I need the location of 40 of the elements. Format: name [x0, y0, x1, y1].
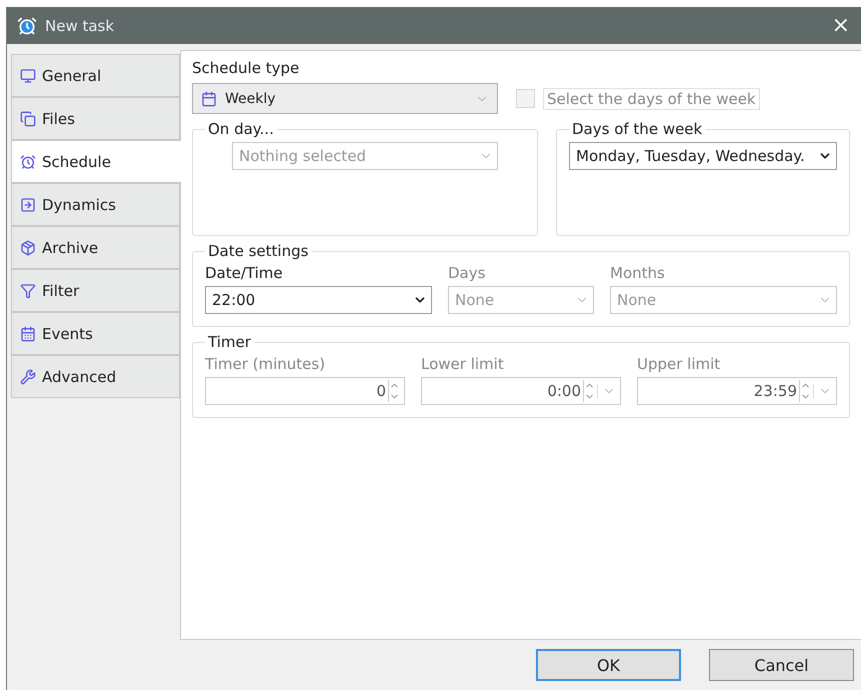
wrench-icon	[20, 368, 36, 384]
field-label: Months	[610, 264, 666, 282]
group-title: On day...	[207, 120, 275, 138]
sidebar-tab[interactable]: General	[11, 54, 180, 97]
window-title: New task	[45, 16, 116, 34]
sidebar-tab[interactable]: Schedule	[11, 140, 181, 183]
spinner-icon	[388, 380, 400, 402]
checkbox-label: Select the days of the week	[543, 88, 760, 110]
filter-icon	[20, 282, 36, 298]
sidebar-tab[interactable]: Dynamics	[11, 183, 180, 226]
spinner-icon	[583, 380, 595, 402]
document-icon	[20, 110, 36, 126]
field-label: Timer (minutes)	[205, 355, 326, 373]
arrow-box-icon	[20, 196, 36, 212]
sidebar-tab[interactable]: Events	[11, 312, 180, 355]
dropdown-field[interactable]: 22:00	[205, 286, 432, 314]
app-icon	[17, 16, 37, 36]
days-of-week-dropdown[interactable]: Monday, Tuesday, Wednesday.	[569, 142, 837, 170]
calendar-icon	[201, 90, 217, 106]
field-label: Date/Time	[205, 264, 284, 282]
cancel-button[interactable]: Cancel	[709, 649, 854, 681]
alarm-clock-icon	[20, 154, 36, 170]
field-label: Schedule type	[192, 59, 300, 77]
spinner-icon	[799, 380, 811, 402]
group-title: Timer	[207, 333, 252, 351]
group-title: Days of the week	[571, 120, 704, 138]
field-label: Days	[448, 264, 486, 282]
sidebar-tab[interactable]: Advanced	[11, 355, 180, 398]
monitor-icon	[20, 68, 36, 84]
field-label: Upper limit	[637, 355, 722, 373]
field-label: Lower limit	[421, 355, 505, 373]
schedule-type-dropdown[interactable]: Weekly	[192, 83, 498, 114]
sidebar-tab[interactable]: Archive	[11, 226, 180, 269]
sidebar-tab[interactable]: Files	[11, 97, 180, 140]
sidebar-tab[interactable]: Filter	[11, 269, 180, 312]
box-icon	[20, 240, 36, 256]
close-button[interactable]: ×	[828, 13, 854, 38]
calendar-icon	[20, 326, 36, 342]
ok-button[interactable]: OK	[536, 649, 681, 681]
group-title: Date settings	[207, 242, 310, 260]
